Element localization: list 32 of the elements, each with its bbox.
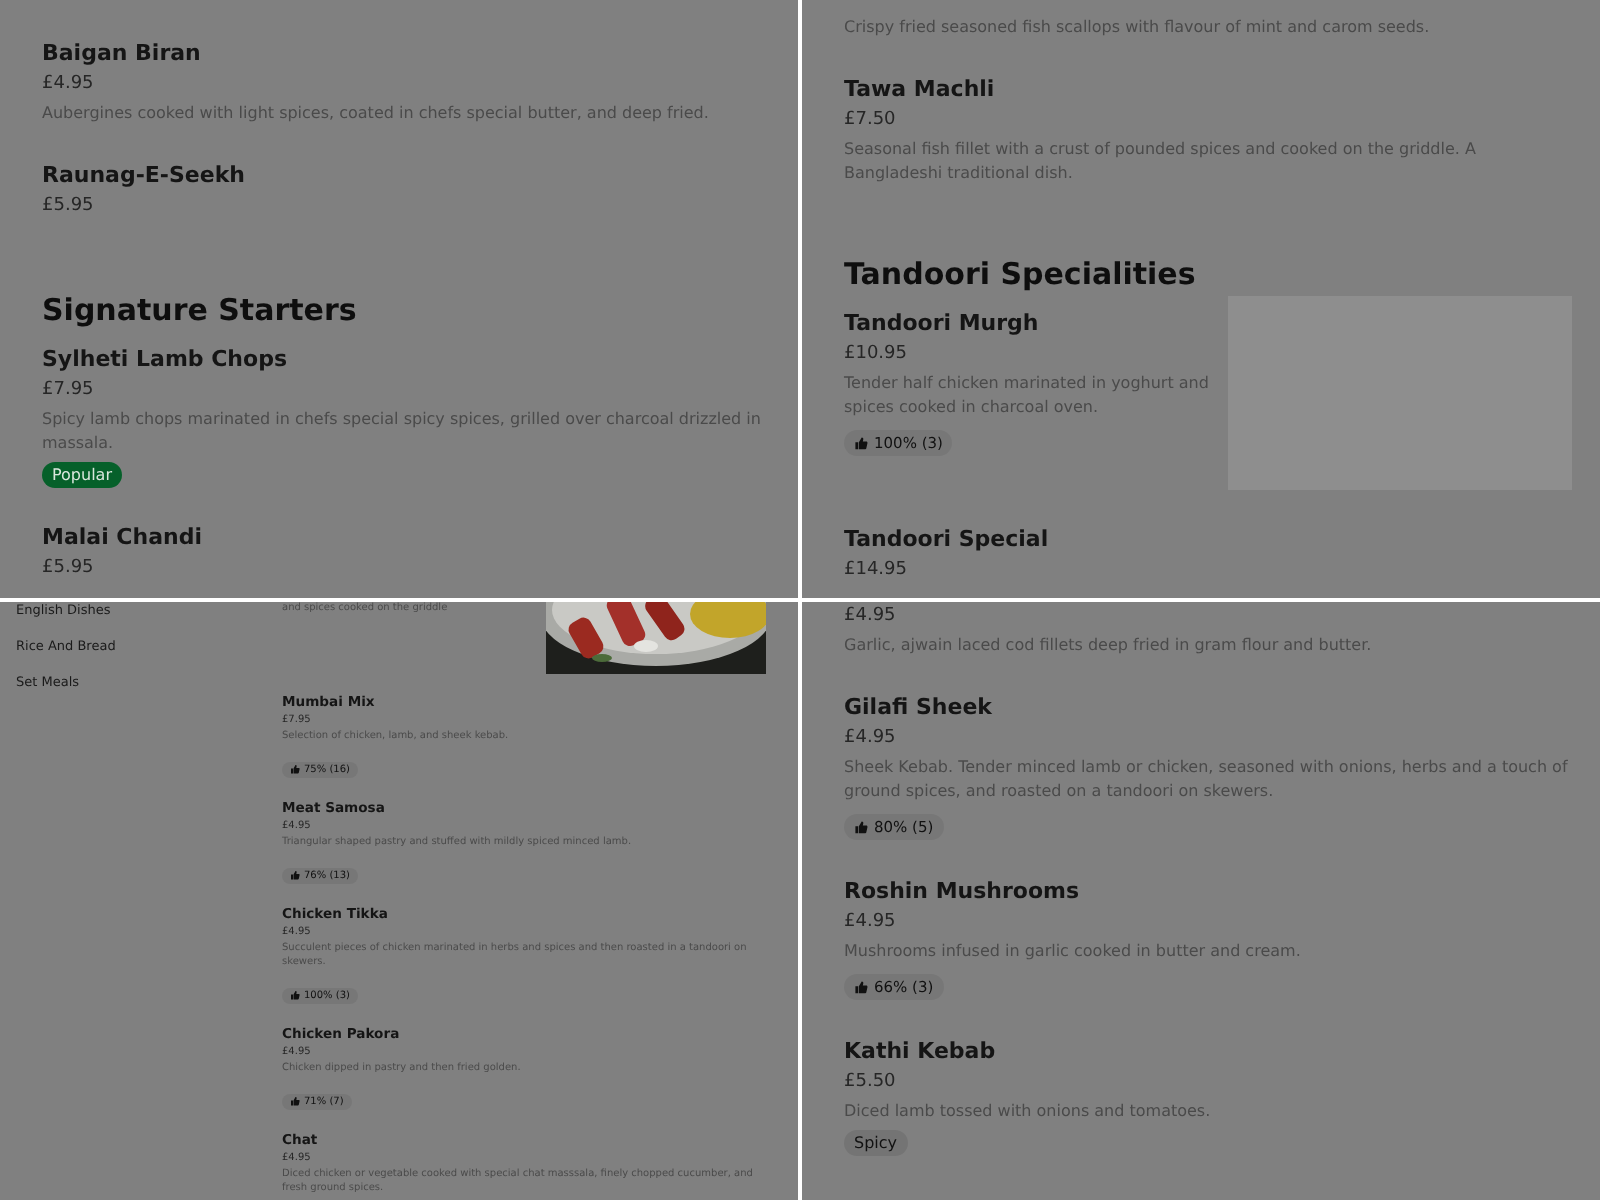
section-heading: Signature Starters bbox=[42, 290, 359, 330]
dish-price: £14.95 bbox=[844, 558, 909, 584]
dish-name: Tandoori Special bbox=[844, 524, 1051, 556]
dish-name: Baigan Biran bbox=[42, 38, 203, 70]
dish-tag: Popular bbox=[42, 462, 122, 488]
thumbs-up-icon bbox=[290, 870, 300, 880]
dish-price: £4.95 bbox=[844, 604, 898, 630]
thumbs-up-icon bbox=[854, 980, 868, 994]
dish-price: £5.50 bbox=[844, 1070, 898, 1096]
dish-price: £7.95 bbox=[42, 378, 96, 404]
dish-price: £5.95 bbox=[42, 194, 96, 220]
thumbs-up-icon bbox=[290, 990, 300, 1000]
dish-name: Tawa Machli bbox=[844, 74, 997, 106]
dish-name: Kathi Kebab bbox=[844, 1036, 998, 1068]
section-heading: Tandoori Specialities bbox=[844, 254, 1198, 294]
dish-price: £4.95 bbox=[42, 72, 96, 98]
dish-price: £4.95 bbox=[844, 910, 898, 936]
dish-name: Sylheti Lamb Chops bbox=[42, 344, 289, 376]
dish-name: Gilafi Sheek bbox=[844, 692, 994, 724]
dish-name: Tandoori Murgh bbox=[844, 308, 1041, 340]
thumbs-up-icon bbox=[290, 1096, 300, 1106]
dish-name: Raunag-E-Seekh bbox=[42, 160, 247, 192]
dish-price: £4.95 bbox=[844, 726, 898, 752]
dish-price: £5.95 bbox=[42, 556, 96, 582]
dish-price: £10.95 bbox=[844, 342, 909, 368]
dish-name: Roshin Mushrooms bbox=[844, 876, 1082, 908]
thumbs-up-icon bbox=[854, 820, 868, 834]
dish-name: Malai Chandi bbox=[42, 522, 204, 554]
thumbs-up-icon bbox=[290, 764, 300, 774]
dish-tag: Spicy bbox=[844, 1130, 908, 1156]
thumbs-up-icon bbox=[854, 436, 868, 450]
dish-price: £7.50 bbox=[844, 108, 898, 134]
